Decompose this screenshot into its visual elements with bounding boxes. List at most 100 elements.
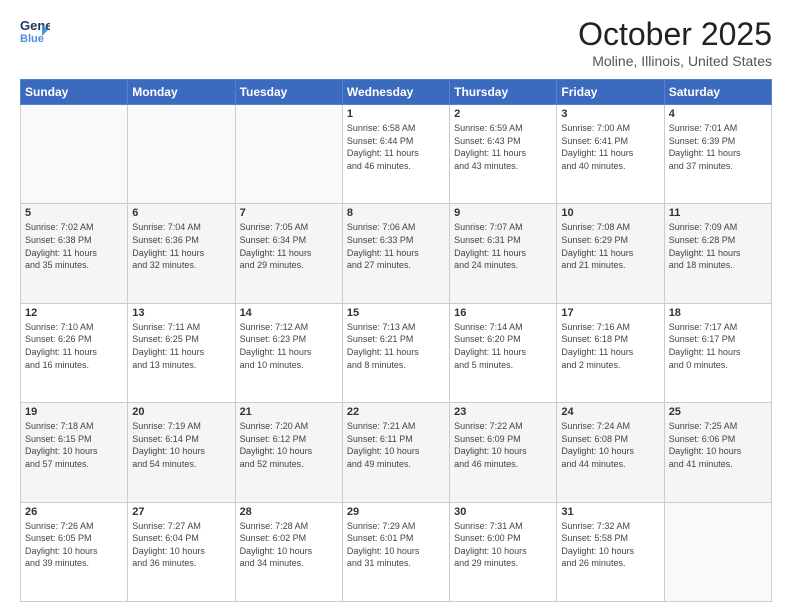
day-info: Sunrise: 6:58 AM Sunset: 6:44 PM Dayligh… (347, 122, 445, 172)
weekday-friday: Friday (557, 80, 664, 105)
calendar-cell: 11 Sunrise: 7:09 AM Sunset: 6:28 PM Dayli… (664, 204, 771, 303)
day-info: Sunrise: 7:19 AM Sunset: 6:14 PM Dayligh… (132, 420, 230, 470)
day-number: 9 (454, 207, 552, 219)
day-number: 25 (669, 406, 767, 418)
day-info: Sunrise: 7:01 AM Sunset: 6:39 PM Dayligh… (669, 122, 767, 172)
calendar-body: 1 Sunrise: 6:58 AM Sunset: 6:44 PM Daylig… (21, 105, 772, 602)
day-info: Sunrise: 7:16 AM Sunset: 6:18 PM Dayligh… (561, 321, 659, 371)
day-number: 19 (25, 406, 123, 418)
day-number: 26 (25, 506, 123, 518)
calendar-cell: 19 Sunrise: 7:18 AM Sunset: 6:15 PM Dayli… (21, 403, 128, 502)
day-info: Sunrise: 7:29 AM Sunset: 6:01 PM Dayligh… (347, 520, 445, 570)
day-info: Sunrise: 7:27 AM Sunset: 6:04 PM Dayligh… (132, 520, 230, 570)
day-number: 11 (669, 207, 767, 219)
day-info: Sunrise: 7:08 AM Sunset: 6:29 PM Dayligh… (561, 221, 659, 271)
day-number: 27 (132, 506, 230, 518)
weekday-sunday: Sunday (21, 80, 128, 105)
calendar-cell: 7 Sunrise: 7:05 AM Sunset: 6:34 PM Daylig… (235, 204, 342, 303)
calendar-cell: 27 Sunrise: 7:27 AM Sunset: 6:04 PM Dayli… (128, 502, 235, 601)
calendar-cell: 31Sunrise: 7:32 AM Sunset: 5:58 PM Dayli… (557, 502, 664, 601)
calendar-cell: 22Sunrise: 7:21 AM Sunset: 6:11 PM Dayli… (342, 403, 449, 502)
day-number: 8 (347, 207, 445, 219)
day-number: 10 (561, 207, 659, 219)
calendar-cell: 16 Sunrise: 7:14 AM Sunset: 6:20 PM Dayli… (450, 303, 557, 402)
day-number: 7 (240, 207, 338, 219)
calendar-cell (235, 105, 342, 204)
day-info: Sunrise: 7:24 AM Sunset: 6:08 PM Dayligh… (561, 420, 659, 470)
calendar-cell: 23 Sunrise: 7:22 AM Sunset: 6:09 PM Dayli… (450, 403, 557, 502)
day-number: 4 (669, 108, 767, 120)
day-info: Sunrise: 7:13 AM Sunset: 6:21 PM Dayligh… (347, 321, 445, 371)
calendar-cell: 9 Sunrise: 7:07 AM Sunset: 6:31 PM Daylig… (450, 204, 557, 303)
calendar-cell: 25 Sunrise: 7:25 AM Sunset: 6:06 PM Dayli… (664, 403, 771, 502)
location-title: Moline, Illinois, United States (578, 53, 772, 69)
day-info: Sunrise: 7:31 AM Sunset: 6:00 PM Dayligh… (454, 520, 552, 570)
day-number: 24 (561, 406, 659, 418)
svg-text:Blue: Blue (20, 33, 44, 45)
day-number: 20 (132, 406, 230, 418)
calendar-cell: 17Sunrise: 7:16 AM Sunset: 6:18 PM Dayli… (557, 303, 664, 402)
day-number: 30 (454, 506, 552, 518)
day-info: Sunrise: 7:17 AM Sunset: 6:17 PM Dayligh… (669, 321, 767, 371)
day-info: Sunrise: 7:12 AM Sunset: 6:23 PM Dayligh… (240, 321, 338, 371)
calendar-cell: 20 Sunrise: 7:19 AM Sunset: 6:14 PM Dayli… (128, 403, 235, 502)
calendar-cell (21, 105, 128, 204)
day-number: 3 (561, 108, 659, 120)
day-number: 15 (347, 307, 445, 319)
day-info: Sunrise: 7:25 AM Sunset: 6:06 PM Dayligh… (669, 420, 767, 470)
day-number: 22 (347, 406, 445, 418)
day-number: 16 (454, 307, 552, 319)
day-number: 21 (240, 406, 338, 418)
title-block: October 2025 Moline, Illinois, United St… (578, 16, 772, 69)
calendar-table: SundayMondayTuesdayWednesdayThursdayFrid… (20, 79, 772, 602)
calendar-cell: 30 Sunrise: 7:31 AM Sunset: 6:00 PM Dayli… (450, 502, 557, 601)
calendar-week-3: 12Sunrise: 7:10 AM Sunset: 6:26 PM Dayli… (21, 303, 772, 402)
day-info: Sunrise: 7:02 AM Sunset: 6:38 PM Dayligh… (25, 221, 123, 271)
day-info: Sunrise: 7:26 AM Sunset: 6:05 PM Dayligh… (25, 520, 123, 570)
day-info: Sunrise: 7:05 AM Sunset: 6:34 PM Dayligh… (240, 221, 338, 271)
calendar-cell: 4 Sunrise: 7:01 AM Sunset: 6:39 PM Daylig… (664, 105, 771, 204)
weekday-wednesday: Wednesday (342, 80, 449, 105)
day-number: 5 (25, 207, 123, 219)
calendar-cell: 18Sunrise: 7:17 AM Sunset: 6:17 PM Dayli… (664, 303, 771, 402)
day-number: 13 (132, 307, 230, 319)
day-info: Sunrise: 7:22 AM Sunset: 6:09 PM Dayligh… (454, 420, 552, 470)
calendar-week-2: 5 Sunrise: 7:02 AM Sunset: 6:38 PM Daylig… (21, 204, 772, 303)
calendar-cell: 21Sunrise: 7:20 AM Sunset: 6:12 PM Dayli… (235, 403, 342, 502)
day-info: Sunrise: 6:59 AM Sunset: 6:43 PM Dayligh… (454, 122, 552, 172)
calendar-cell: 5 Sunrise: 7:02 AM Sunset: 6:38 PM Daylig… (21, 204, 128, 303)
day-info: Sunrise: 7:14 AM Sunset: 6:20 PM Dayligh… (454, 321, 552, 371)
calendar-cell (128, 105, 235, 204)
day-info: Sunrise: 7:09 AM Sunset: 6:28 PM Dayligh… (669, 221, 767, 271)
calendar-cell: 8 Sunrise: 7:06 AM Sunset: 6:33 PM Daylig… (342, 204, 449, 303)
calendar-cell: 28Sunrise: 7:28 AM Sunset: 6:02 PM Dayli… (235, 502, 342, 601)
calendar-cell: 6 Sunrise: 7:04 AM Sunset: 6:36 PM Daylig… (128, 204, 235, 303)
day-info: Sunrise: 7:32 AM Sunset: 5:58 PM Dayligh… (561, 520, 659, 570)
weekday-thursday: Thursday (450, 80, 557, 105)
day-number: 1 (347, 108, 445, 120)
calendar-cell: 15 Sunrise: 7:13 AM Sunset: 6:21 PM Dayli… (342, 303, 449, 402)
calendar-cell: 13 Sunrise: 7:11 AM Sunset: 6:25 PM Dayli… (128, 303, 235, 402)
calendar-cell: 26 Sunrise: 7:26 AM Sunset: 6:05 PM Dayli… (21, 502, 128, 601)
day-info: Sunrise: 7:18 AM Sunset: 6:15 PM Dayligh… (25, 420, 123, 470)
weekday-header: SundayMondayTuesdayWednesdayThursdayFrid… (21, 80, 772, 105)
calendar-cell: 14 Sunrise: 7:12 AM Sunset: 6:23 PM Dayli… (235, 303, 342, 402)
day-info: Sunrise: 7:07 AM Sunset: 6:31 PM Dayligh… (454, 221, 552, 271)
day-info: Sunrise: 7:06 AM Sunset: 6:33 PM Dayligh… (347, 221, 445, 271)
calendar-week-1: 1 Sunrise: 6:58 AM Sunset: 6:44 PM Daylig… (21, 105, 772, 204)
day-info: Sunrise: 7:04 AM Sunset: 6:36 PM Dayligh… (132, 221, 230, 271)
day-info: Sunrise: 7:10 AM Sunset: 6:26 PM Dayligh… (25, 321, 123, 371)
day-number: 14 (240, 307, 338, 319)
day-number: 23 (454, 406, 552, 418)
day-info: Sunrise: 7:28 AM Sunset: 6:02 PM Dayligh… (240, 520, 338, 570)
calendar-cell: 3Sunrise: 7:00 AM Sunset: 6:41 PM Daylig… (557, 105, 664, 204)
calendar-cell (664, 502, 771, 601)
header: General Blue October 2025 Moline, Illino… (20, 16, 772, 69)
calendar-cell: 1 Sunrise: 6:58 AM Sunset: 6:44 PM Daylig… (342, 105, 449, 204)
calendar-cell: 29 Sunrise: 7:29 AM Sunset: 6:01 PM Dayli… (342, 502, 449, 601)
day-number: 6 (132, 207, 230, 219)
calendar-week-4: 19 Sunrise: 7:18 AM Sunset: 6:15 PM Dayli… (21, 403, 772, 502)
day-number: 29 (347, 506, 445, 518)
day-info: Sunrise: 7:11 AM Sunset: 6:25 PM Dayligh… (132, 321, 230, 371)
month-title: October 2025 (578, 16, 772, 53)
